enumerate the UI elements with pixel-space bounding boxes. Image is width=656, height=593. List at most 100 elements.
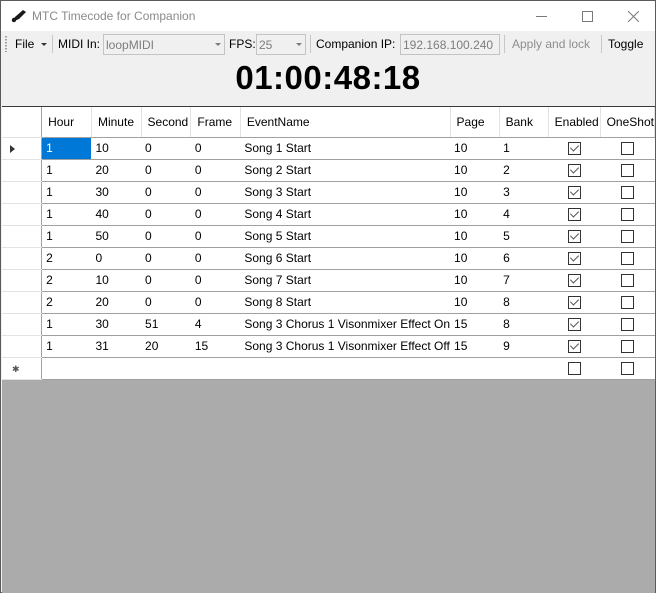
new-cell-page[interactable]	[450, 357, 500, 380]
table-row[interactable]: 2 20 0 0 Song 8 Start 10 8	[2, 291, 655, 314]
cell-bank[interactable]: 2	[499, 159, 549, 182]
table-row[interactable]: 1 40 0 0 Song 4 Start 10 4	[2, 203, 655, 226]
enabled-checkbox[interactable]	[567, 296, 581, 310]
cell-event[interactable]: Song 6 Start	[240, 247, 451, 270]
cell-bank[interactable]: 5	[499, 225, 549, 248]
oneshot-checkbox[interactable]	[620, 296, 634, 310]
row-header[interactable]: ✱	[2, 357, 43, 380]
row-header[interactable]	[2, 181, 43, 204]
cell-page[interactable]: 10	[450, 181, 500, 204]
cell-page[interactable]: 10	[450, 225, 500, 248]
cell-hour[interactable]: 2	[41, 269, 92, 292]
row-header[interactable]	[2, 247, 43, 270]
oneshot-checkbox[interactable]	[620, 340, 634, 354]
cell-second[interactable]: 0	[141, 137, 191, 160]
oneshot-checkbox[interactable]	[620, 186, 634, 200]
cell-hour[interactable]: 1	[41, 335, 92, 358]
oneshot-checkbox[interactable]	[620, 252, 634, 266]
close-button[interactable]	[610, 1, 656, 31]
cell-hour[interactable]: 1	[41, 203, 92, 226]
cell-page[interactable]: 10	[450, 137, 500, 160]
cell-second[interactable]: 0	[141, 225, 191, 248]
cell-frame[interactable]: 0	[190, 203, 241, 226]
cell-frame[interactable]: 0	[190, 181, 241, 204]
row-header[interactable]	[2, 269, 43, 292]
cell-hour[interactable]: 2	[41, 291, 92, 314]
cell-page[interactable]: 10	[450, 203, 500, 226]
oneshot-checkbox[interactable]	[620, 142, 634, 156]
cell-minute[interactable]: 31	[91, 335, 142, 358]
cell-minute[interactable]: 30	[91, 181, 142, 204]
title-bar[interactable]: MTC Timecode for Companion	[1, 1, 655, 31]
cell-minute[interactable]: 10	[91, 137, 142, 160]
table-row[interactable]: 1 20 0 0 Song 2 Start 10 2	[2, 159, 655, 182]
column-header-second[interactable]: Second	[141, 107, 192, 138]
cell-hour[interactable]: 1	[41, 313, 92, 336]
table-row[interactable]: 2 10 0 0 Song 7 Start 10 7	[2, 269, 655, 292]
table-row[interactable]: 1 30 51 4 Song 3 Chorus 1 Visonmixer Effect …	[2, 313, 655, 336]
cell-bank[interactable]: 3	[499, 181, 549, 204]
cell-bank[interactable]: 7	[499, 269, 549, 292]
enabled-checkbox[interactable]	[567, 362, 581, 376]
cell-event[interactable]: Song 2 Start	[240, 159, 451, 182]
enabled-checkbox[interactable]	[567, 274, 581, 288]
new-cell-bank[interactable]	[499, 357, 549, 380]
enabled-checkbox[interactable]	[567, 252, 581, 266]
cell-event[interactable]: Song 8 Start	[240, 291, 451, 314]
cell-frame[interactable]: 0	[190, 291, 241, 314]
column-header-enabled[interactable]: Enabled	[548, 107, 601, 138]
row-header[interactable]	[2, 203, 43, 226]
oneshot-checkbox[interactable]	[620, 274, 634, 288]
row-header[interactable]	[2, 137, 43, 160]
column-header-eventname[interactable]: EventName	[240, 107, 451, 138]
enabled-checkbox[interactable]	[567, 230, 581, 244]
column-header-page[interactable]: Page	[450, 107, 500, 138]
minimize-button[interactable]	[518, 1, 564, 31]
new-cell-hour[interactable]	[41, 357, 92, 380]
toggle-button[interactable]: Toggle	[608, 37, 643, 51]
toolbar-grip[interactable]	[5, 36, 7, 52]
cell-second[interactable]: 0	[141, 269, 191, 292]
cell-hour[interactable]: 1	[41, 137, 92, 160]
enabled-checkbox[interactable]	[567, 340, 581, 354]
table-row[interactable]: 1 31 20 15 Song 3 Chorus 1 Visonmixer Effect…	[2, 335, 655, 358]
oneshot-checkbox[interactable]	[620, 208, 634, 222]
column-header-frame[interactable]: Frame	[190, 107, 241, 138]
new-cell-minute[interactable]	[91, 357, 142, 380]
cell-frame[interactable]: 15	[190, 335, 241, 358]
enabled-checkbox[interactable]	[567, 186, 581, 200]
enabled-checkbox[interactable]	[567, 208, 581, 222]
cell-page[interactable]: 15	[450, 313, 500, 336]
cell-hour[interactable]: 1	[41, 181, 92, 204]
cell-event[interactable]: Song 3 Chorus 1 Visonmixer Effect On	[240, 313, 451, 336]
enabled-checkbox[interactable]	[567, 318, 581, 332]
column-header-hour[interactable]: Hour	[41, 107, 92, 138]
column-header-bank[interactable]: Bank	[499, 107, 549, 138]
table-row[interactable]: 1 50 0 0 Song 5 Start 10 5	[2, 225, 655, 248]
new-cell-frame[interactable]	[190, 357, 241, 380]
cell-frame[interactable]: 0	[190, 137, 241, 160]
cell-second[interactable]: 0	[141, 181, 191, 204]
cell-bank[interactable]: 8	[499, 313, 549, 336]
cell-minute[interactable]: 40	[91, 203, 142, 226]
maximize-button[interactable]	[564, 1, 610, 31]
cell-second[interactable]: 0	[141, 203, 191, 226]
cell-page[interactable]: 10	[450, 291, 500, 314]
cell-frame[interactable]: 0	[190, 159, 241, 182]
oneshot-checkbox[interactable]	[620, 318, 634, 332]
cell-event[interactable]: Song 7 Start	[240, 269, 451, 292]
table-row[interactable]: 2 0 0 0 Song 6 Start 10 6	[2, 247, 655, 270]
cell-minute[interactable]: 20	[91, 291, 142, 314]
column-header-oneshot[interactable]: OneShot	[600, 107, 656, 138]
cell-frame[interactable]: 0	[190, 247, 241, 270]
cell-bank[interactable]: 8	[499, 291, 549, 314]
cell-hour[interactable]: 1	[41, 225, 92, 248]
row-header[interactable]	[2, 225, 43, 248]
table-row[interactable]: 1 30 0 0 Song 3 Start 10 3	[2, 181, 655, 204]
cell-event[interactable]: Song 3 Chorus 1 Visonmixer Effect Off	[240, 335, 451, 358]
cell-event[interactable]: Song 4 Start	[240, 203, 451, 226]
cell-second[interactable]: 51	[141, 313, 191, 336]
cell-second[interactable]: 0	[141, 159, 191, 182]
cell-page[interactable]: 10	[450, 269, 500, 292]
cell-minute[interactable]: 30	[91, 313, 142, 336]
